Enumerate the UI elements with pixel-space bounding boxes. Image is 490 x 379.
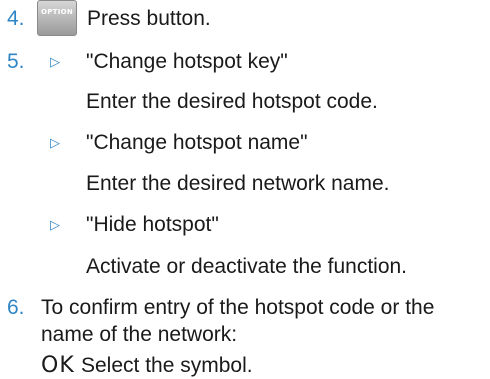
bullet-triangle-icon: ▷ [50,54,60,69]
ok-symbol-icon: OK [41,353,75,378]
step-6-text-line2: name of the network: [41,323,238,346]
step-6-symbol-text: Select the symbol. [81,354,253,377]
option-button-label: OPTION [40,8,74,16]
option-change-hotspot-key: "Change hotspot key" [86,50,288,73]
desc-change-hotspot-key: Enter the desired hotspot code. [86,90,378,113]
option-button-icon: OPTION [37,0,77,36]
step-number-4: 4. [7,7,25,30]
option-hide-hotspot: "Hide hotspot" [86,213,219,236]
bullet-triangle-icon: ▷ [50,217,60,232]
option-change-hotspot-name: "Change hotspot name" [86,131,308,154]
desc-change-hotspot-name: Enter the desired network name. [86,172,390,195]
desc-hide-hotspot: Activate or deactivate the function. [86,255,408,278]
step-4-text: Press button. [87,7,211,30]
bullet-triangle-icon: ▷ [50,135,60,150]
step-number-5: 5. [7,50,25,73]
step-number-6: 6. [7,296,25,319]
step-6-text-line1: To confirm entry of the hotspot code or … [41,296,435,319]
